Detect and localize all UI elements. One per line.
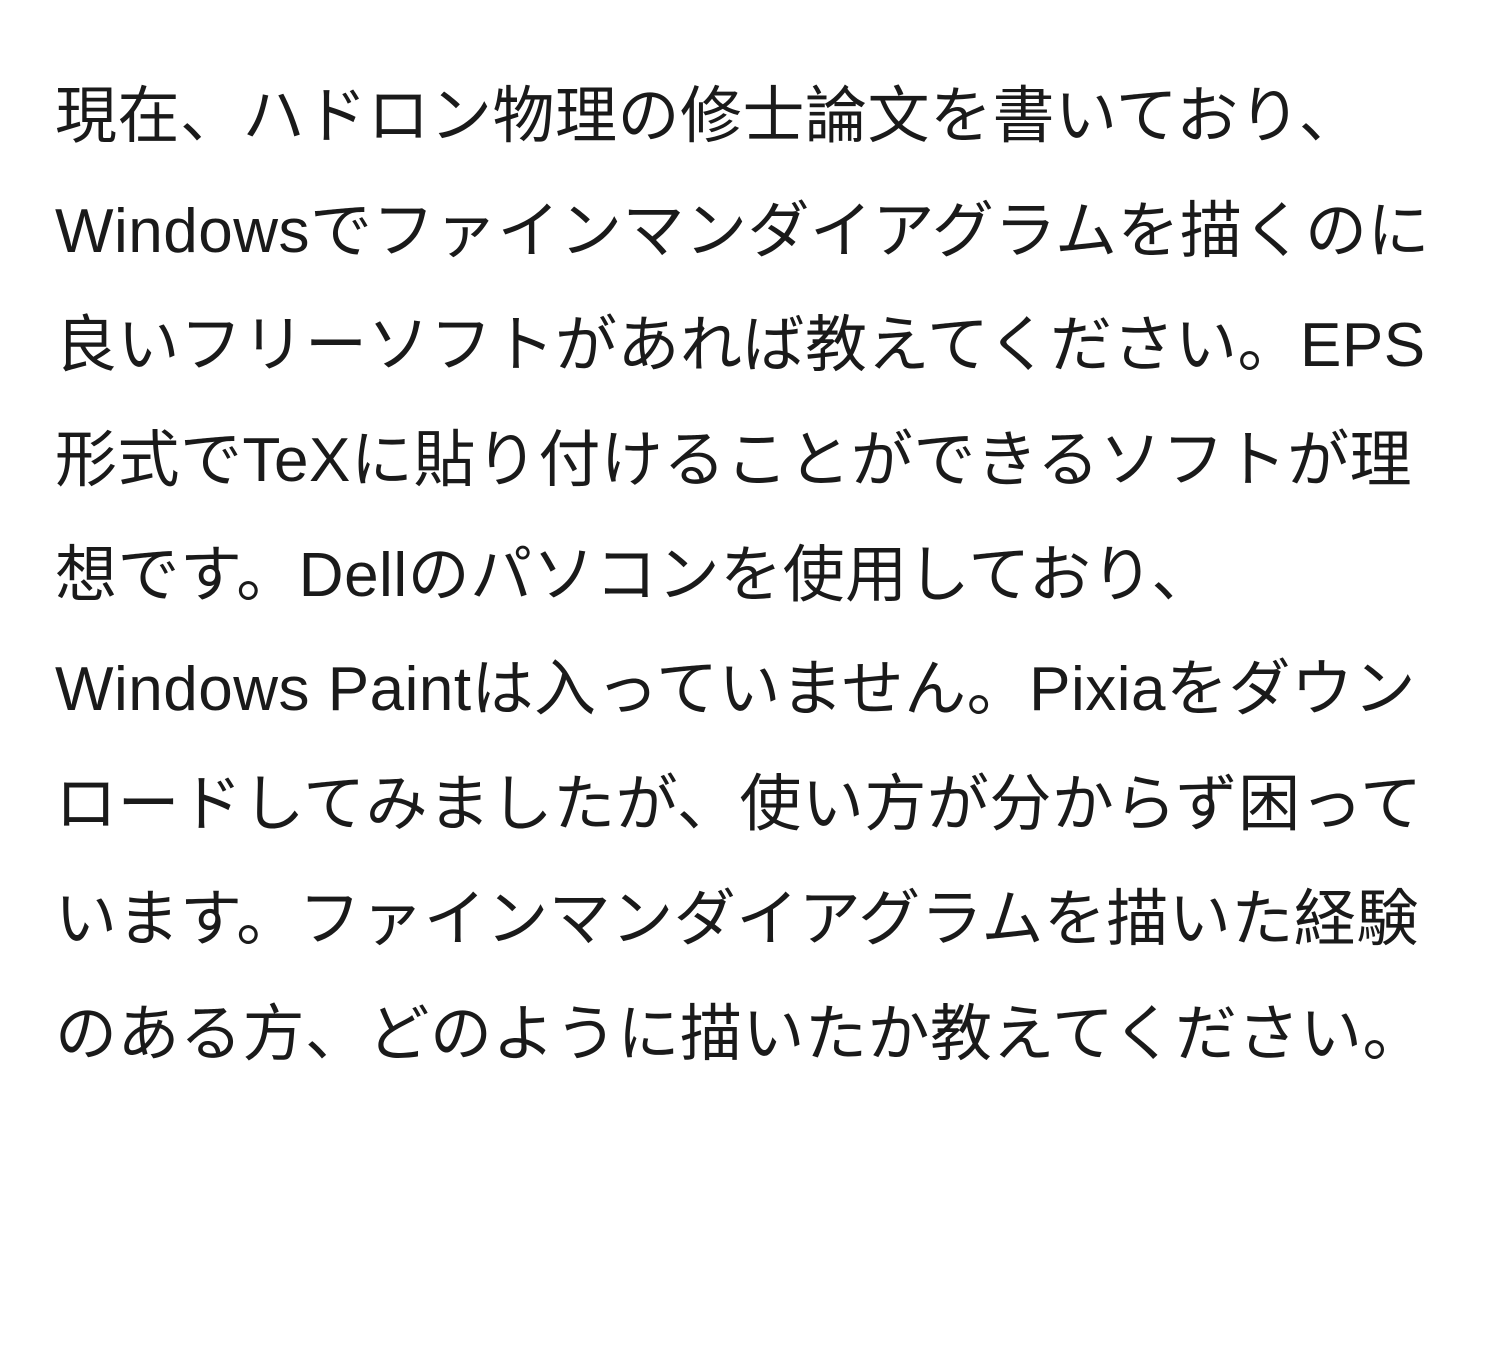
body-paragraph: 現在、ハドロン物理の修士論文を書いており、Windowsでファインマンダイアグラ… bbox=[55, 60, 1445, 1092]
